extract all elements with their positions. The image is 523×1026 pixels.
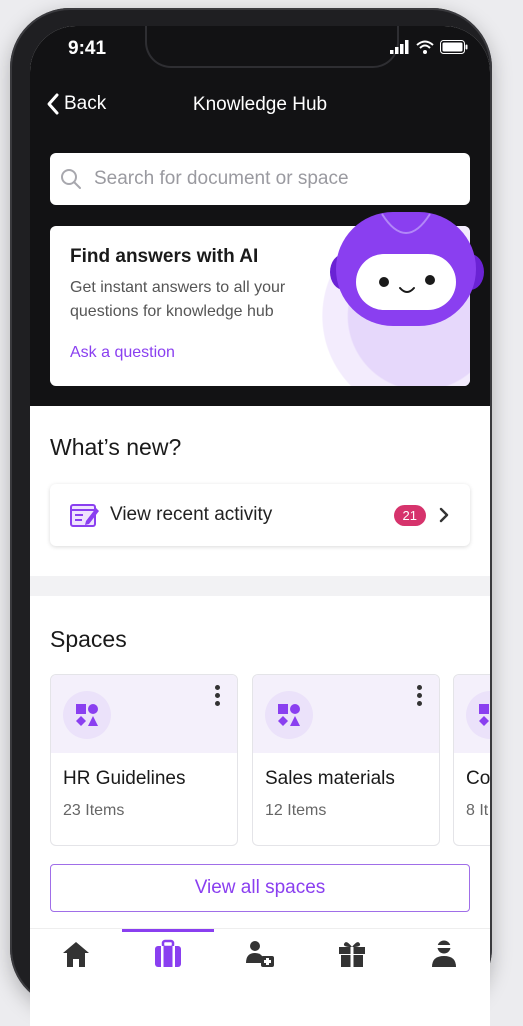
chevron-right-icon [439,507,449,523]
profile-icon [432,940,456,967]
space-name: Sales materials [265,768,395,789]
briefcase-icon [155,939,181,967]
view-all-spaces-button[interactable]: View all spaces [50,864,470,912]
ai-card-title: Find answers with AI [70,246,259,267]
tab-knowledge-hub[interactable] [122,929,214,989]
space-card[interactable]: HR Guidelines 23 Items [50,674,238,846]
shapes-icon [63,691,111,739]
shapes-icon [466,691,490,739]
people-icon [246,941,274,967]
space-item-count: 12 Items [265,802,327,819]
space-item-count: 8 It [466,802,489,819]
space-name: HR Guidelines [63,768,186,789]
tab-rewards[interactable] [306,929,398,989]
more-options-icon[interactable] [215,685,221,709]
status-time: 9:41 [68,38,107,59]
more-options-icon[interactable] [417,685,423,709]
tab-people[interactable] [214,929,306,989]
status-icons [390,40,468,54]
activity-count-badge: 21 [393,504,426,526]
wifi-icon [416,40,434,54]
space-card[interactable]: Sales materials 12 Items [252,674,440,846]
whats-new-title: What’s new? [50,434,182,460]
search-icon [61,169,81,189]
space-item-count: 23 Items [63,802,125,819]
back-label: Back [64,93,107,114]
tab-home[interactable] [30,929,122,989]
spaces-title: Spaces [50,626,127,652]
battery-icon [440,40,468,54]
ai-card-description: Get instant answers to all your question… [70,279,286,320]
shapes-icon [265,691,313,739]
app-screen: 9:41 Knowledge Hub Back Search for docum… [30,26,490,1026]
chevron-left-icon [47,93,59,115]
bottom-tab-bar [30,928,490,989]
section-divider [30,576,490,596]
recent-activity-row[interactable]: View recent activity 21 [50,484,470,546]
search-bar[interactable] [50,153,470,205]
device-notch [145,26,399,68]
back-button[interactable]: Back [46,92,106,116]
space-card[interactable]: Co 8 It [453,674,490,846]
ask-question-link[interactable]: Ask a question [70,344,175,362]
space-card-header [253,675,439,753]
edit-list-icon [70,504,99,527]
space-card-header [454,675,490,753]
home-icon [63,942,89,967]
ai-robot-mascot [330,212,484,326]
space-name: Co [466,768,490,789]
signal-icon [390,40,409,54]
gift-icon [339,942,365,967]
space-card-header [51,675,237,753]
tab-profile[interactable] [398,929,490,989]
phone-frame: 9:41 Knowledge Hub Back Search for docum… [10,8,492,1026]
recent-activity-label: View recent activity [110,504,273,525]
search-input[interactable] [92,167,456,191]
